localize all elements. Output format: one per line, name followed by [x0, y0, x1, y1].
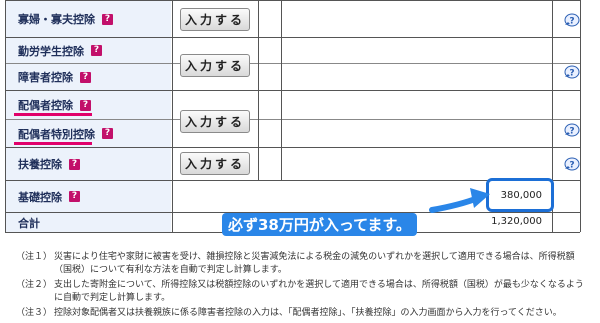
label-text: 基礎控除 — [18, 190, 62, 204]
label-text: 配偶者控除 — [18, 99, 73, 112]
highlight-box — [486, 178, 554, 212]
help-balloon-icon[interactable]: ? — [562, 123, 580, 137]
note-text: 支出した寄附金について、所得控除又は税額控除のいずれかを選択して適用できる場合は… — [54, 280, 584, 303]
help-balloon-icon[interactable]: ? — [562, 13, 580, 27]
label-widow-deduction: 寡婦・寡夫控除 ? — [6, 1, 171, 37]
col-divider — [580, 0, 581, 232]
student-disability-input-button[interactable]: 入力する — [180, 54, 250, 77]
label-basic-deduction: 基礎控除 ? — [6, 181, 171, 212]
col-divider — [281, 0, 282, 180]
question-icon[interactable]: ? — [69, 158, 80, 170]
note-text: 控除対象配偶者又は扶養親族に係る障害者控除の入力は、「配偶者控除」、「扶養控除」… — [54, 308, 562, 318]
note-number: （注３） — [16, 308, 53, 318]
spouse-deduction-input-button[interactable]: 入力する — [180, 110, 250, 133]
label-text: 勤労学生控除 — [18, 44, 84, 58]
label-dependent-deduction: 扶養控除 ? — [6, 148, 171, 180]
help-balloon-icon[interactable]: ? — [562, 157, 580, 171]
svg-text:?: ? — [569, 17, 574, 27]
col-divider — [258, 0, 259, 180]
label-text: 寡婦・寡夫控除 — [18, 13, 95, 26]
total-amount: 1,320,000 — [491, 216, 542, 227]
highlight-underline — [14, 113, 92, 116]
label-text: 障害者控除 — [18, 71, 73, 84]
question-icon[interactable]: ? — [91, 45, 102, 56]
label-text: 扶養控除 — [18, 158, 62, 171]
note-number: （注１） — [16, 252, 53, 262]
col-divider — [172, 0, 173, 232]
dependent-deduction-input-button[interactable]: 入力する — [180, 152, 250, 175]
svg-text:?: ? — [569, 161, 574, 171]
question-icon[interactable]: ? — [102, 13, 113, 25]
label-text: 配偶者特別控除 — [18, 127, 95, 141]
note-number: （注２） — [16, 280, 53, 290]
question-icon[interactable]: ? — [102, 128, 113, 139]
help-balloon-icon[interactable]: ? — [562, 65, 580, 79]
svg-text:?: ? — [569, 127, 574, 137]
label-text: 合計 — [18, 216, 40, 230]
callout-annotation: 必ず38万円が入ってます。 — [222, 213, 417, 236]
label-disability-deduction: 障害者控除 ? — [6, 64, 171, 90]
question-icon[interactable]: ? — [80, 99, 91, 111]
highlight-underline — [14, 142, 92, 145]
note-text: 災害により住宅や家財に被害を受け、雑損控除と災害減免法による税金の減免のいずれか… — [54, 252, 575, 275]
svg-text:?: ? — [569, 69, 574, 79]
widow-deduction-input-button[interactable]: 入力する — [180, 8, 250, 31]
question-icon[interactable]: ? — [80, 71, 91, 83]
label-total: 合計 — [6, 213, 171, 232]
label-working-student-deduction: 勤労学生控除 ? — [6, 38, 171, 63]
note-item: （注１） 災害により住宅や家財に被害を受け、雑損控除と災害減免法による税金の減免… — [16, 251, 591, 277]
question-icon[interactable]: ? — [69, 191, 80, 202]
notes-section: （注１） 災害により住宅や家財に被害を受け、雑損控除と災害減免法による税金の減免… — [16, 251, 591, 322]
note-item: （注２） 支出した寄附金について、所得控除又は税額控除のいずれかを選択して適用で… — [16, 279, 591, 305]
note-item: （注３） 控除対象配偶者又は扶養親族に係る障害者控除の入力は、「配偶者控除」、「… — [16, 307, 591, 320]
